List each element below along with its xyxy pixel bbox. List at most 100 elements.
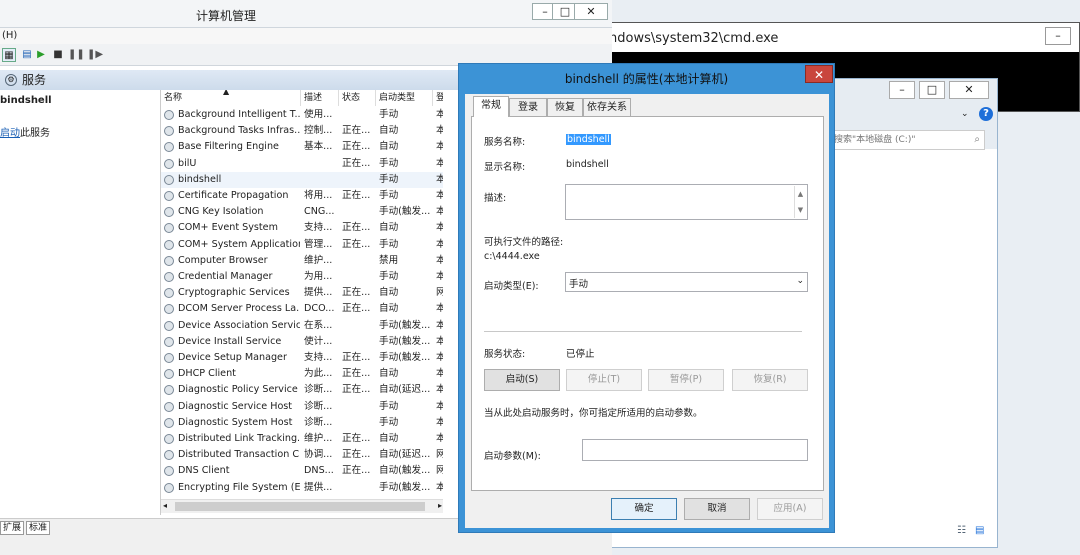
scroll-left-icon[interactable]: ◂ bbox=[163, 501, 167, 510]
description-scrollbar[interactable]: ▲ ▼ bbox=[794, 186, 806, 218]
properties-icon[interactable]: ▤ bbox=[20, 48, 34, 62]
tab-extended[interactable]: 扩展 bbox=[0, 521, 25, 535]
column-header-status[interactable]: 状态 bbox=[339, 90, 376, 106]
stop-button[interactable]: 停止(T) bbox=[566, 369, 642, 391]
table-row[interactable]: Device Install Service 使计... 手动(触发... 本 bbox=[161, 334, 443, 350]
search-icon[interactable]: ⌕ bbox=[974, 131, 980, 149]
services-list[interactable]: 名称 ▲ 描述 状态 启动类型 登 Background Intelligent… bbox=[160, 90, 443, 515]
mmc-close-button[interactable]: ✕ bbox=[574, 3, 608, 20]
column-header-name[interactable]: 名称 bbox=[161, 90, 301, 106]
service-name: DHCP Client bbox=[178, 368, 236, 380]
start-params-input[interactable] bbox=[582, 439, 808, 461]
apply-button[interactable]: 应用(A) bbox=[757, 498, 823, 520]
service-desc: 协调... bbox=[304, 449, 333, 461]
table-row[interactable]: DNS Client DNS... 正在... 自动(触发... 网 bbox=[161, 463, 443, 479]
mmc-title: 计算机管理 bbox=[196, 9, 257, 23]
tiles-view-icon[interactable]: ▤ bbox=[975, 525, 984, 536]
tab-dependencies[interactable]: 依存关系 bbox=[583, 98, 631, 117]
service-startup: 手动(触发... bbox=[379, 335, 431, 347]
pause-button[interactable]: 暂停(P) bbox=[648, 369, 724, 391]
column-header-description[interactable]: 描述 bbox=[301, 90, 339, 106]
service-name: bilU bbox=[178, 157, 197, 169]
table-row[interactable]: Background Intelligent T... 使用... 手动 本 bbox=[161, 107, 443, 123]
start-service-link[interactable]: 启动 bbox=[0, 128, 20, 139]
table-row[interactable]: COM+ Event System 支持... 正在... 自动 本 bbox=[161, 220, 443, 236]
service-logon: 本 bbox=[436, 350, 443, 366]
tab-recovery[interactable]: 恢复 bbox=[547, 98, 583, 117]
pause-service-icon[interactable]: ❚❚ bbox=[68, 48, 85, 62]
dialog-close-button[interactable]: ✕ bbox=[805, 65, 833, 83]
display-name-value[interactable]: bindshell bbox=[566, 159, 609, 170]
cmd-titlebar[interactable]: ndows\system32\cmd.exe – bbox=[599, 23, 1079, 52]
service-name-value[interactable]: bindshell bbox=[566, 134, 611, 145]
table-row[interactable]: Device Association Service 在系... 手动(触发... 本 bbox=[161, 318, 443, 334]
table-row[interactable]: DCOM Server Process La... DCO... 正在... 自动 本 bbox=[161, 301, 443, 317]
tab-logon[interactable]: 登录 bbox=[509, 98, 547, 117]
table-row[interactable]: Diagnostic System Host 诊断... 手动 本 bbox=[161, 415, 443, 431]
service-name: Computer Browser bbox=[178, 254, 268, 266]
service-name: Base Filtering Engine bbox=[178, 141, 279, 153]
table-row[interactable]: COM+ System Application 管理... 正在... 手动 本 bbox=[161, 237, 443, 253]
service-startup: 手动 bbox=[379, 157, 399, 169]
chevron-down-icon[interactable]: ⌄ bbox=[961, 109, 969, 119]
tab-standard[interactable]: 标准 bbox=[26, 521, 51, 535]
table-row[interactable]: Base Filtering Engine 基本... 正在... 自动 本 bbox=[161, 139, 443, 155]
service-desc: 为用... bbox=[304, 271, 333, 282]
column-header-logon[interactable]: 登 bbox=[433, 90, 443, 106]
table-row[interactable]: Credential Manager 为用... 手动 本 bbox=[161, 269, 443, 285]
service-desc: 使用... bbox=[304, 109, 333, 120]
startup-type-select[interactable]: 手动 ⌄ bbox=[565, 272, 808, 292]
service-name-label: 服务名称: bbox=[484, 137, 526, 148]
table-row[interactable]: Device Setup Manager 支持... 正在... 手动(触发... 本 bbox=[161, 350, 443, 366]
table-row[interactable]: Encrypting File System (E... 提供... 手动(触发..… bbox=[161, 480, 443, 496]
dialog-body: 常规 登录 恢复 依存关系 服务名称: bindshell 显示名称: bind… bbox=[465, 94, 829, 528]
exe-path-value: c:\4444.exe bbox=[484, 251, 540, 262]
column-header-startup-type[interactable]: 启动类型 bbox=[376, 90, 433, 106]
explorer-search-input[interactable]: 搜索"本地磁盘 (C:)" ⌕ bbox=[829, 130, 985, 150]
description-textarea[interactable]: ▲ ▼ bbox=[565, 184, 808, 220]
ok-button[interactable]: 确定 bbox=[611, 498, 677, 520]
table-row[interactable]: Background Tasks Infras... 控制... 正在... 自动 本 bbox=[161, 123, 443, 139]
restart-service-icon[interactable]: ❚▶ bbox=[87, 48, 103, 62]
table-row[interactable]: Certificate Propagation 将用... 正在... 手动 本 bbox=[161, 188, 443, 204]
table-row[interactable]: bilU 正在... 手动 本 bbox=[161, 156, 443, 172]
tab-general[interactable]: 常规 bbox=[473, 96, 509, 117]
services-horizontal-scrollbar[interactable]: ◂ ▸ bbox=[161, 499, 443, 513]
chevron-down-icon[interactable]: ⌄ bbox=[796, 276, 804, 286]
help-icon[interactable]: ? bbox=[979, 107, 993, 121]
scroll-right-icon[interactable]: ▸ bbox=[438, 501, 442, 510]
service-gear-icon bbox=[164, 401, 174, 412]
service-desc: 提供... bbox=[304, 481, 333, 493]
service-logon: 本 bbox=[436, 301, 443, 317]
cancel-button[interactable]: 取消 bbox=[684, 498, 750, 520]
details-view-icon[interactable]: ☷ bbox=[957, 525, 966, 536]
mmc-titlebar[interactable]: 计算机管理 – □ ✕ bbox=[0, 0, 612, 28]
service-status: 正在... bbox=[342, 141, 371, 153]
stop-service-icon[interactable]: ■ bbox=[51, 48, 65, 62]
explorer-minimize-button[interactable]: – bbox=[889, 81, 915, 99]
service-desc: 为此... bbox=[304, 368, 333, 380]
service-gear-icon bbox=[164, 110, 174, 120]
display-name-label: 显示名称: bbox=[484, 162, 526, 173]
console-tree-icon[interactable]: ▦ bbox=[2, 48, 16, 62]
table-row[interactable]: Distributed Transaction C... 协调... 正在... 自动… bbox=[161, 447, 443, 463]
table-row[interactable]: CNG Key Isolation CNG... 手动(触发... 本 bbox=[161, 204, 443, 220]
table-row[interactable]: Distributed Link Tracking... 维护... 正在... 自动… bbox=[161, 431, 443, 447]
start-button[interactable]: 启动(S) bbox=[484, 369, 560, 391]
service-properties-dialog[interactable]: bindshell 的属性(本地计算机) ✕ 常规 登录 恢复 依存关系 服务名… bbox=[458, 63, 835, 533]
table-row[interactable]: Diagnostic Policy Service 诊断... 正在... 自动(延迟… bbox=[161, 382, 443, 398]
table-row[interactable]: Computer Browser 维护... 禁用 本 bbox=[161, 253, 443, 269]
service-desc: 将用... bbox=[304, 190, 333, 201]
explorer-close-button[interactable]: ✕ bbox=[949, 81, 989, 99]
table-row[interactable]: bindshell 手动 本 bbox=[161, 171, 443, 188]
table-row[interactable]: DHCP Client 为此... 正在... 自动 本 bbox=[161, 366, 443, 382]
menu-help[interactable]: (H) bbox=[2, 30, 17, 41]
cmd-minimize-button[interactable]: – bbox=[1045, 27, 1071, 45]
start-service-icon[interactable]: ▶ bbox=[34, 48, 48, 62]
table-row[interactable]: Cryptographic Services 提供... 正在... 自动 网 bbox=[161, 285, 443, 301]
table-row[interactable]: Diagnostic Service Host 诊断... 手动 本 bbox=[161, 399, 443, 415]
resume-button[interactable]: 恢复(R) bbox=[732, 369, 808, 391]
explorer-maximize-button[interactable]: □ bbox=[919, 81, 945, 99]
scrollbar-thumb[interactable] bbox=[175, 502, 425, 511]
service-startup: 自动 bbox=[379, 303, 399, 315]
